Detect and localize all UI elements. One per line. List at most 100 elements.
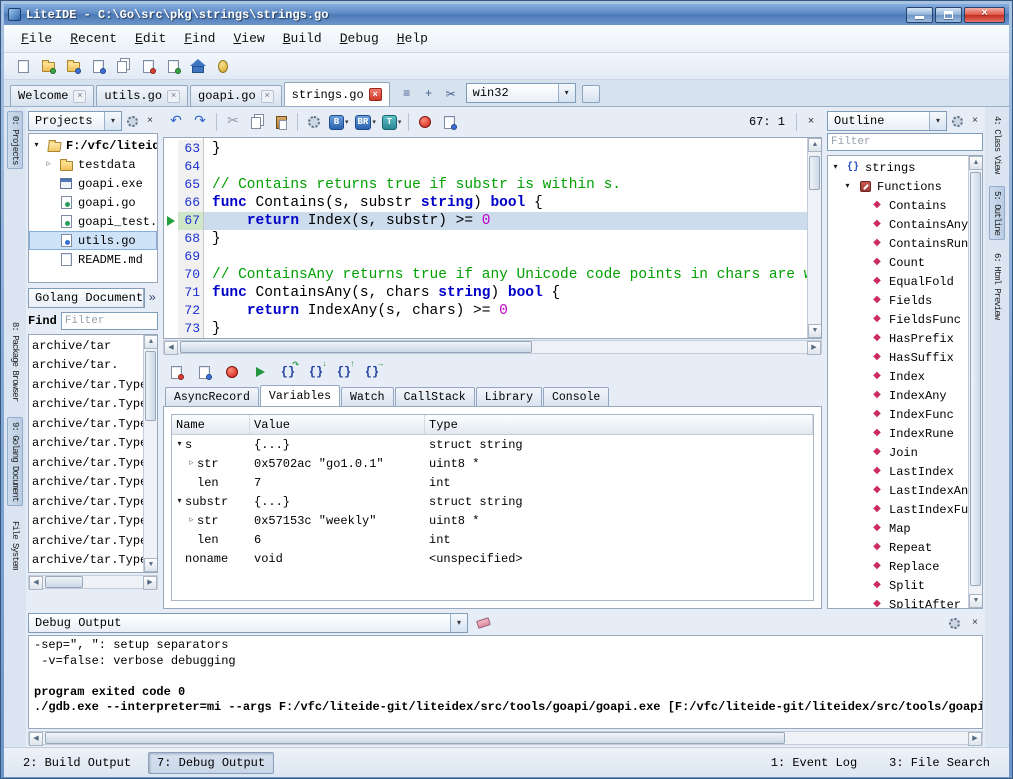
- export-log-button[interactable]: [193, 361, 215, 383]
- gutter-row[interactable]: 64: [164, 158, 203, 176]
- scroll-down-icon[interactable]: ▼: [808, 324, 822, 338]
- split-editor-icon[interactable]: +: [420, 85, 438, 103]
- build-action-br-button[interactable]: BR▾: [353, 114, 378, 131]
- project-tree-item-goapi-exe[interactable]: goapi.exe: [29, 174, 157, 193]
- gutter-row[interactable]: 71: [164, 284, 203, 302]
- gutter-row[interactable]: 68: [164, 230, 203, 248]
- scroll-right-icon[interactable]: ▶: [807, 341, 821, 355]
- export-button[interactable]: [438, 111, 460, 133]
- stop-debug-button[interactable]: [221, 361, 243, 383]
- maximize-button[interactable]: [935, 7, 962, 23]
- project-tree-item-testdata[interactable]: ▹testdata: [29, 155, 157, 174]
- outline-item-indexfunc[interactable]: ◆IndexFunc: [828, 405, 968, 424]
- cut-button[interactable]: ✂: [222, 111, 244, 133]
- scrollbar-thumb[interactable]: [970, 172, 981, 586]
- output-view-combo[interactable]: Debug Output ▾: [28, 613, 468, 633]
- outline-vertical-scrollbar[interactable]: ▲ ▼: [968, 156, 982, 608]
- dock-toggle-0-projects[interactable]: 0: Projects: [7, 111, 23, 169]
- scroll-up-icon[interactable]: ▲: [969, 156, 983, 170]
- projects-menu-button[interactable]: [124, 113, 140, 129]
- project-tree-item-f-vfc-liteide-g[interactable]: ▾F:/vfc/liteide-g: [29, 136, 157, 155]
- project-tree-item-goapi-test-go[interactable]: goapi_test.go: [29, 212, 157, 231]
- dropdown-arrow-icon[interactable]: ▾: [104, 112, 121, 130]
- debug-tab-variables[interactable]: Variables: [260, 385, 340, 406]
- step-out-button[interactable]: {}↑: [333, 361, 355, 383]
- expander-icon[interactable]: ▹: [186, 459, 197, 468]
- debug-tab-console[interactable]: Console: [543, 387, 609, 406]
- doc-list-item[interactable]: archive/tar.TypeRegA: [29, 512, 143, 532]
- scrollbar-thumb[interactable]: [180, 341, 532, 353]
- debug-output-body[interactable]: -sep=", ": setup separators -v=false: ve…: [28, 635, 983, 729]
- output-close-button[interactable]: ×: [967, 615, 983, 631]
- build-config-button[interactable]: [303, 111, 325, 133]
- titlebar[interactable]: LiteIDE - C:\Go\src\pkg\strings\strings.…: [4, 4, 1009, 25]
- menu-item-recent[interactable]: Recent: [61, 27, 126, 50]
- dock-toggle-4-class-view[interactable]: 4: Class View: [989, 111, 1005, 178]
- close-split-icon[interactable]: ✂: [442, 85, 460, 103]
- variables-row[interactable]: ▾s{...}struct string: [172, 435, 813, 454]
- doc-filter-input[interactable]: [61, 312, 158, 330]
- column-header-type[interactable]: Type: [425, 415, 813, 434]
- build-target-combo[interactable]: win32 ▾: [466, 83, 576, 103]
- code-line[interactable]: [204, 158, 807, 176]
- expander-icon[interactable]: ▹: [43, 160, 54, 169]
- variables-row[interactable]: ▹str0x57153c "weekly"uint8 *: [172, 511, 813, 530]
- outline-menu-button[interactable]: [949, 113, 965, 129]
- editor-close-button[interactable]: ×: [802, 113, 820, 131]
- doc-list-item[interactable]: archive/tar.TypeLink: [29, 473, 143, 493]
- expander-icon[interactable]: ▾: [174, 441, 185, 449]
- gutter-row[interactable]: 69: [164, 248, 203, 266]
- dock-toggle-5-outline[interactable]: 5: Outline: [989, 186, 1005, 240]
- scroll-right-icon[interactable]: ▶: [968, 732, 982, 746]
- menu-item-find[interactable]: Find: [175, 27, 224, 50]
- gutter-row[interactable]: 67: [164, 212, 203, 230]
- save-all-button[interactable]: [112, 55, 134, 77]
- outline-item-splitafter[interactable]: ◆SplitAfter: [828, 595, 968, 608]
- save-file-button[interactable]: [87, 55, 109, 77]
- build-action-b-button[interactable]: B▾: [327, 114, 351, 131]
- outline-item-join[interactable]: ◆Join: [828, 443, 968, 462]
- outline-filter-input[interactable]: [827, 133, 983, 151]
- code-editor[interactable]: 6364656667686970717273 } // Contains ret…: [163, 137, 822, 339]
- tab-goapi-go[interactable]: goapi.go×: [190, 85, 282, 106]
- editor-horizontal-scrollbar[interactable]: ◀ ▶: [163, 340, 822, 354]
- projects-close-button[interactable]: ×: [142, 113, 158, 129]
- scroll-left-icon[interactable]: ◀: [29, 576, 43, 590]
- code-line[interactable]: // ContainsAny returns true if any Unico…: [204, 266, 807, 284]
- dropdown-arrow-icon[interactable]: ▾: [143, 289, 145, 307]
- outline-item-repeat[interactable]: ◆Repeat: [828, 538, 968, 557]
- code-line[interactable]: func ContainsAny(s, chars string) bool {: [204, 284, 807, 302]
- new-file-button[interactable]: [12, 55, 34, 77]
- home-button[interactable]: [187, 55, 209, 77]
- doc-list-item[interactable]: archive/tar.TypeDir: [29, 434, 143, 454]
- code-line[interactable]: }: [204, 320, 807, 338]
- projects-view-combo[interactable]: Projects ▾: [28, 111, 122, 131]
- doc-list-item[interactable]: archive/tar.TypeFifo: [29, 453, 143, 473]
- output-horizontal-scrollbar[interactable]: ◀ ▶: [28, 731, 983, 745]
- editor-gutter[interactable]: 6364656667686970717273: [164, 138, 204, 338]
- step-into-button[interactable]: {}↓: [305, 361, 327, 383]
- menu-item-file[interactable]: File: [12, 27, 61, 50]
- variables-row[interactable]: ▹str0x5702ac "go1.0.1"uint8 *: [172, 454, 813, 473]
- gutter-row[interactable]: 65: [164, 176, 203, 194]
- doc-list-item[interactable]: archive/tar.TypeSymlink: [29, 531, 143, 551]
- debug-tab-asyncrecord[interactable]: AsyncRecord: [165, 387, 259, 406]
- step-over-button[interactable]: {}↷: [277, 361, 299, 383]
- open-folder-button[interactable]: [37, 55, 59, 77]
- start-debug-button[interactable]: [414, 111, 436, 133]
- gutter-row[interactable]: 73: [164, 320, 203, 338]
- column-header-value[interactable]: Value: [250, 415, 425, 434]
- outline-close-button[interactable]: ×: [967, 113, 983, 129]
- dropdown-arrow-icon[interactable]: ▾: [345, 118, 349, 127]
- menu-item-help[interactable]: Help: [388, 27, 437, 50]
- outline-item-lastindexfunc[interactable]: ◆LastIndexFunc: [828, 500, 968, 519]
- doc-list-item[interactable]: archive/tar: [29, 336, 143, 356]
- tab-close-icon[interactable]: ×: [261, 90, 274, 103]
- open-file-list-icon[interactable]: ≡: [398, 85, 416, 103]
- outline-item-containsrune[interactable]: ◆ContainsRune: [828, 234, 968, 253]
- dropdown-arrow-icon[interactable]: ▾: [450, 614, 467, 632]
- build-action-t-button[interactable]: T▾: [380, 114, 404, 131]
- redo-button[interactable]: ↷: [189, 111, 211, 133]
- dropdown-arrow-icon[interactable]: ▾: [398, 118, 402, 127]
- scrollbar-thumb[interactable]: [809, 156, 820, 190]
